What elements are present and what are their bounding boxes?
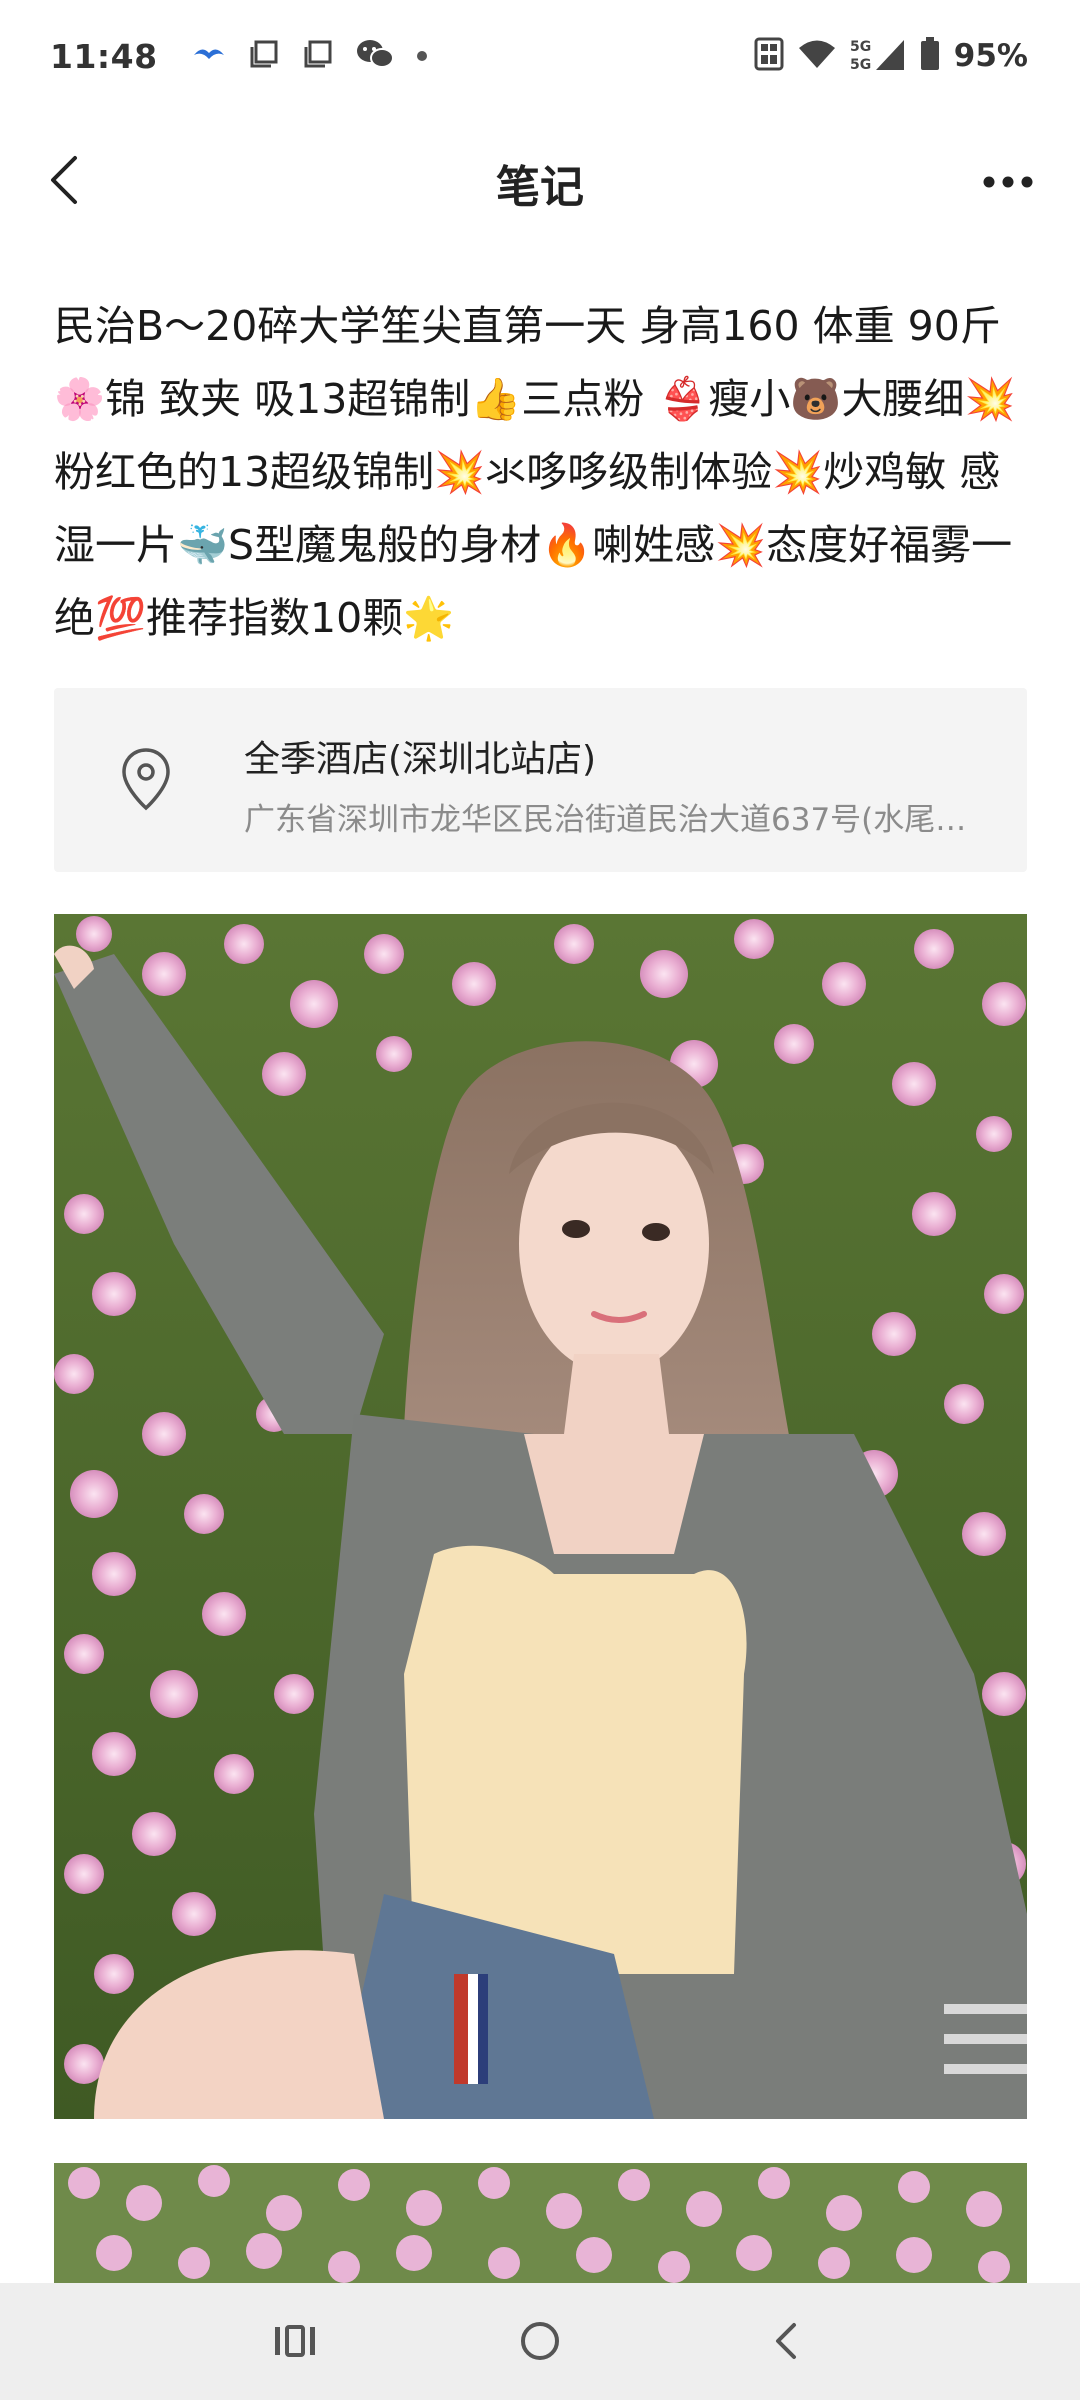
wechat-icon — [356, 38, 394, 74]
battery-icon — [920, 37, 940, 75]
home-button[interactable] — [505, 2311, 575, 2371]
back-chevron-icon — [776, 2323, 796, 2359]
screen: 11:48 5G 5G 95% 笔记 民治B～20碎大学笙尖直第一天 身高160… — [0, 0, 1080, 2400]
location-name: 全季酒店(深圳北站店) — [244, 739, 597, 780]
photo-illustration — [54, 914, 1027, 2119]
post-photo-1[interactable] — [54, 914, 1027, 2119]
home-circle-icon — [521, 2322, 559, 2360]
page-header: 笔记 — [0, 118, 1080, 248]
more-button[interactable] — [968, 152, 1048, 212]
system-nav-bar — [0, 2283, 1080, 2400]
page-title: 笔记 — [496, 162, 584, 213]
chevron-left-icon — [51, 156, 77, 204]
photo-illustration — [54, 2163, 1027, 2283]
bird-app-icon — [192, 43, 226, 69]
location-pin-icon — [122, 748, 170, 811]
nav-back-button[interactable] — [750, 2311, 820, 2371]
location-address: 广东省深圳市龙华区民治街道民治大道637号(水尾… — [244, 802, 967, 838]
recent-apps-button[interactable] — [260, 2311, 330, 2371]
location-card[interactable]: 全季酒店(深圳北站店) 广东省深圳市龙华区民治街道民治大道637号(水尾… — [54, 688, 1027, 872]
more-dots-icon — [983, 176, 1033, 188]
status-time: 11:48 — [50, 36, 158, 76]
notification-icons — [192, 38, 428, 74]
svg-text:5G: 5G — [850, 57, 871, 72]
nfc-icon — [754, 37, 784, 75]
status-bar: 11:48 5G 5G 95% — [0, 0, 1080, 112]
signal-icon: 5G 5G — [850, 36, 906, 76]
status-right-icons: 5G 5G 95% — [754, 36, 1028, 76]
copy-icon — [302, 38, 334, 74]
post-content: 民治B～20碎大学笙尖直第一天 身高160 体重 90斤🌸锦 致夹 吸13超锦制… — [54, 302, 1016, 642]
recent-apps-icon — [275, 2325, 315, 2357]
copy-icon — [248, 38, 280, 74]
battery-percent: 95% — [953, 38, 1028, 74]
wifi-icon — [798, 39, 836, 73]
post-photo-2[interactable] — [54, 2163, 1027, 2283]
back-button[interactable] — [32, 148, 96, 212]
dot-icon — [416, 47, 428, 66]
svg-text:5G: 5G — [850, 39, 871, 55]
